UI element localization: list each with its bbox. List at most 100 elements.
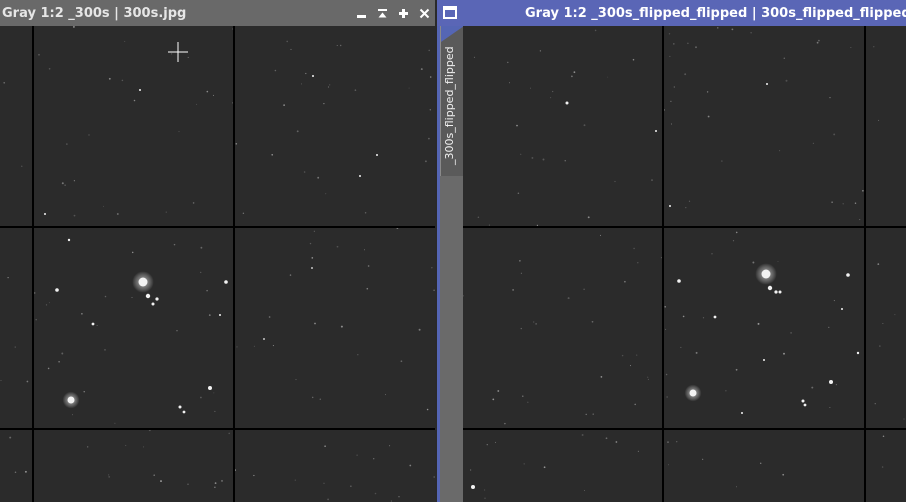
faint-star xyxy=(253,474,255,477)
star xyxy=(182,410,186,414)
faint-star xyxy=(711,253,713,255)
star xyxy=(801,399,805,403)
faint-star xyxy=(356,454,358,456)
faint-star xyxy=(3,81,6,84)
faint-star xyxy=(48,67,51,70)
faint-star xyxy=(104,349,106,351)
faint-star xyxy=(666,396,668,398)
faint-star xyxy=(124,40,126,42)
star xyxy=(677,279,681,283)
faint-star xyxy=(73,180,76,182)
faint-star xyxy=(339,44,342,47)
window-icon[interactable] xyxy=(443,6,457,19)
image-viewport[interactable] xyxy=(463,26,906,502)
star xyxy=(208,386,212,390)
faint-star xyxy=(621,354,624,357)
faint-star xyxy=(45,304,48,306)
faint-star xyxy=(317,176,320,179)
faint-star xyxy=(160,480,162,483)
faint-star xyxy=(673,86,675,88)
faint-star xyxy=(587,216,590,219)
faint-star xyxy=(735,231,738,234)
faint-star xyxy=(702,458,704,460)
star xyxy=(55,288,59,292)
faint-star xyxy=(429,109,431,111)
grid-line-vertical xyxy=(233,26,235,502)
image-window-300s[interactable]: Gray 1:2 _300s | 300s.jpg xyxy=(0,0,435,502)
shade-icon[interactable] xyxy=(351,0,372,26)
faint-star xyxy=(581,434,584,436)
faint-star xyxy=(400,360,403,363)
faint-star xyxy=(108,476,111,478)
faint-star xyxy=(660,257,662,259)
faint-star xyxy=(695,351,698,354)
faint-star xyxy=(685,207,687,209)
faint-star xyxy=(676,441,678,443)
faint-star xyxy=(507,61,509,64)
faint-star xyxy=(72,26,75,28)
tab-corner xyxy=(441,26,464,42)
faint-star xyxy=(573,71,576,74)
faint-star xyxy=(384,394,386,396)
faint-star xyxy=(651,179,653,181)
faint-star xyxy=(324,445,326,448)
star xyxy=(155,297,159,301)
close-icon[interactable] xyxy=(414,0,435,26)
star-field-image[interactable] xyxy=(0,26,435,502)
faint-star xyxy=(542,158,545,161)
image-window-300s-flipped-flipped[interactable]: Gray 1:2 _300s_flipped_flipped | 300s_fl… xyxy=(437,0,906,502)
faint-star xyxy=(271,153,274,156)
restore-icon[interactable] xyxy=(393,0,414,26)
faint-star xyxy=(632,58,635,61)
view-side-tab[interactable]: _300s_flipped_flipped xyxy=(440,26,464,176)
faint-star xyxy=(717,27,719,29)
faint-star xyxy=(373,458,375,460)
faint-star xyxy=(212,94,215,96)
faint-star xyxy=(509,82,510,84)
faint-star xyxy=(33,292,36,294)
title-bar[interactable]: Gray 1:2 _300s_flipped_flipped | 300s_fl… xyxy=(437,0,906,26)
star-field-image[interactable] xyxy=(463,26,906,502)
title-bar[interactable]: Gray 1:2 _300s | 300s.jpg xyxy=(0,0,435,26)
faint-star xyxy=(213,392,215,394)
grid-line-vertical xyxy=(662,26,664,502)
faint-star xyxy=(783,352,785,355)
image-background xyxy=(0,26,435,502)
grid-line-vertical xyxy=(32,26,34,502)
faint-star xyxy=(495,441,496,443)
faint-star xyxy=(665,373,668,376)
side-tab-label: _300s_flipped_flipped xyxy=(443,46,456,165)
faint-star xyxy=(736,486,737,488)
faint-star xyxy=(303,171,306,173)
faint-star xyxy=(894,314,896,316)
faint-star xyxy=(420,68,423,71)
faint-star xyxy=(477,216,480,219)
star xyxy=(311,267,313,269)
faint-star xyxy=(512,289,514,291)
faint-star xyxy=(433,289,435,291)
faint-star xyxy=(428,137,430,140)
faint-star xyxy=(842,203,844,205)
image-viewport[interactable] xyxy=(0,26,435,502)
faint-star xyxy=(171,53,173,55)
faint-star xyxy=(187,56,189,58)
faint-star xyxy=(783,57,786,60)
faint-star xyxy=(313,230,315,232)
faint-star xyxy=(725,390,727,392)
faint-star xyxy=(14,346,16,348)
faint-star xyxy=(707,115,710,118)
faint-star xyxy=(208,314,211,316)
faint-star xyxy=(83,391,85,393)
faint-star xyxy=(585,413,587,416)
faint-star xyxy=(517,192,520,195)
faint-star xyxy=(81,312,83,315)
faint-star xyxy=(874,403,876,405)
faint-star xyxy=(242,212,245,214)
faint-star xyxy=(879,345,881,347)
maximize-icon[interactable] xyxy=(372,0,393,26)
faint-star xyxy=(779,150,781,152)
star xyxy=(803,403,807,407)
star xyxy=(145,293,151,299)
faint-star xyxy=(96,325,98,326)
faint-star xyxy=(702,317,705,319)
